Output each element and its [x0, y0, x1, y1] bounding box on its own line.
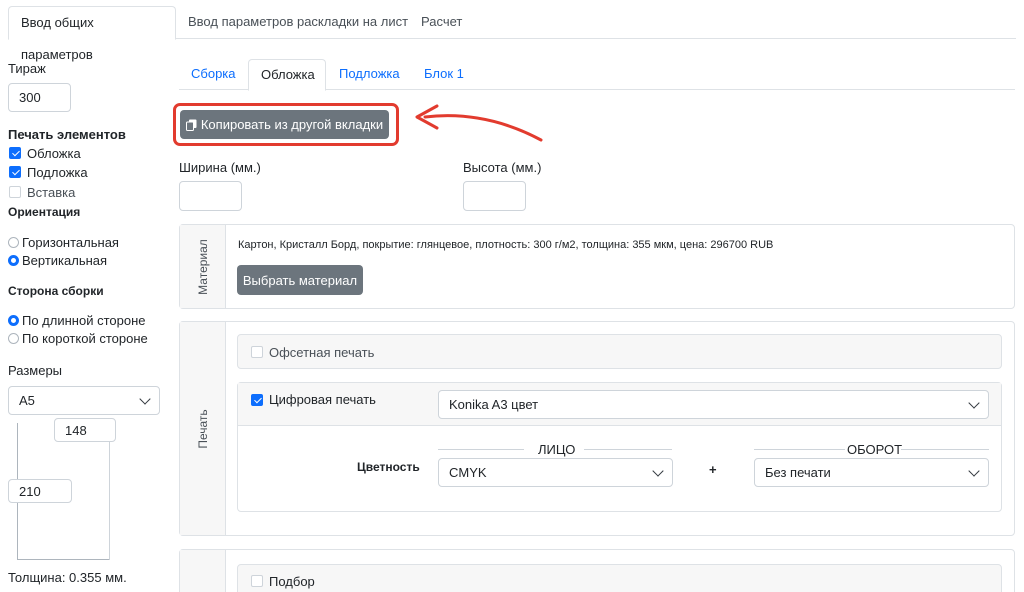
- digital-print-panel: Цифровая печать Konika A3 цвет ЛИЦО ОБОР…: [237, 382, 1002, 512]
- binding-short-label: По короткой стороне: [22, 331, 148, 346]
- material-description: Картон, Кристалл Борд, покрытие: глянцев…: [238, 239, 774, 251]
- selection-checkbox[interactable]: [251, 575, 263, 587]
- chevron-down-icon: [652, 464, 664, 477]
- size-select[interactable]: A5: [8, 386, 160, 415]
- annotation-arrow-icon: [415, 104, 543, 142]
- offset-print-panel: Офсетная печать: [237, 334, 1002, 369]
- orientation-vertical-radio[interactable]: [8, 255, 19, 266]
- binding-side-label: Сторона сборки: [8, 284, 104, 298]
- back-line-right: [901, 449, 989, 450]
- digital-print-checkbox[interactable]: [251, 394, 263, 406]
- face-color-value: CMYK: [449, 465, 487, 480]
- element-backing-checkbox[interactable]: [9, 166, 21, 178]
- binding-long-radio[interactable]: [8, 315, 19, 326]
- subtab-assembly[interactable]: Сборка: [179, 59, 248, 90]
- circulation-input[interactable]: 300: [8, 83, 71, 112]
- orientation-label: Ориентация: [8, 205, 81, 219]
- print-card: Печать Офсетная печать Цифровая печать K…: [179, 321, 1015, 536]
- element-cover-label: Обложка: [27, 146, 81, 161]
- back-label: ОБОРОТ: [847, 442, 903, 457]
- sub-tabs: Сборка Обложка Подложка Блок 1: [179, 59, 1015, 91]
- back-color-select[interactable]: Без печати: [754, 458, 989, 487]
- offset-print-checkbox[interactable]: [251, 346, 263, 358]
- copy-button-label: Копировать из другой вкладки: [200, 117, 384, 132]
- selection-card: Подбор: [179, 549, 1015, 592]
- subtab-backing[interactable]: Подложка: [327, 59, 412, 90]
- chevron-down-icon: [968, 464, 980, 477]
- orientation-horizontal-radio[interactable]: [8, 237, 19, 248]
- element-insert-checkbox[interactable]: [9, 186, 21, 198]
- binding-short-radio[interactable]: [8, 333, 19, 344]
- tab-calculation[interactable]: Расчет: [409, 6, 474, 39]
- offset-print-label: Офсетная печать: [269, 345, 375, 360]
- digital-print-label: Цифровая печать: [269, 392, 376, 407]
- chevron-down-icon: [139, 392, 151, 405]
- back-line-left: [754, 449, 845, 450]
- printer-select[interactable]: Konika A3 цвет: [438, 390, 989, 419]
- sizes-label: Размеры: [8, 363, 63, 378]
- material-side: Материал: [180, 225, 226, 308]
- print-side: Печать: [180, 322, 226, 535]
- tab-layout-params[interactable]: Ввод параметров раскладки на лист: [176, 6, 420, 39]
- orientation-horizontal-label: Горизонтальная: [22, 235, 119, 250]
- element-insert-label: Вставка: [27, 185, 76, 200]
- preview-width-input[interactable]: 148: [54, 418, 116, 442]
- subtab-block-1[interactable]: Блок 1: [412, 59, 476, 90]
- printer-select-value: Konika A3 цвет: [449, 397, 539, 412]
- circulation-label: Тираж: [8, 61, 46, 76]
- binding-long-label: По длинной стороне: [22, 313, 146, 328]
- orientation-vertical-label: Вертикальная: [22, 253, 108, 268]
- print-side-label: Печать: [195, 408, 210, 449]
- selection-panel: Подбор: [237, 564, 1002, 592]
- face-label: ЛИЦО: [538, 442, 576, 457]
- thickness-text: Толщина: 0.355 мм.: [8, 570, 127, 585]
- tab-general-params[interactable]: Ввод общих параметров: [8, 6, 176, 62]
- print-elements-label: Печать элементов: [8, 127, 126, 142]
- material-card: Материал Картон, Кристалл Борд, покрытие…: [179, 224, 1015, 309]
- preview-height-input[interactable]: 210: [8, 479, 72, 503]
- element-cover-checkbox[interactable]: [9, 147, 21, 159]
- back-color-value: Без печати: [765, 465, 831, 480]
- element-backing-label: Подложка: [27, 165, 88, 180]
- height-input[interactable]: [463, 181, 526, 211]
- height-label: Высота (мм.): [463, 160, 542, 175]
- copy-icon: [185, 119, 197, 131]
- size-select-value: A5: [19, 393, 35, 408]
- selection-side: [180, 550, 226, 592]
- color-label: Цветность: [357, 460, 420, 474]
- width-label: Ширина (мм.): [179, 160, 261, 175]
- plus-sign: +: [709, 462, 717, 477]
- face-line-left: [438, 449, 524, 450]
- subtab-cover[interactable]: Обложка: [248, 59, 326, 91]
- copy-from-tab-button[interactable]: Копировать из другой вкладки: [180, 110, 389, 139]
- select-material-button[interactable]: Выбрать материал: [237, 265, 363, 295]
- main-tabs: Ввод общих параметров Ввод параметров ра…: [8, 6, 1016, 62]
- face-line-right: [584, 449, 672, 450]
- width-input[interactable]: [179, 181, 242, 211]
- material-side-label: Материал: [195, 238, 210, 295]
- selection-label: Подбор: [269, 574, 315, 589]
- chevron-down-icon: [968, 396, 980, 409]
- face-color-select[interactable]: CMYK: [438, 458, 673, 487]
